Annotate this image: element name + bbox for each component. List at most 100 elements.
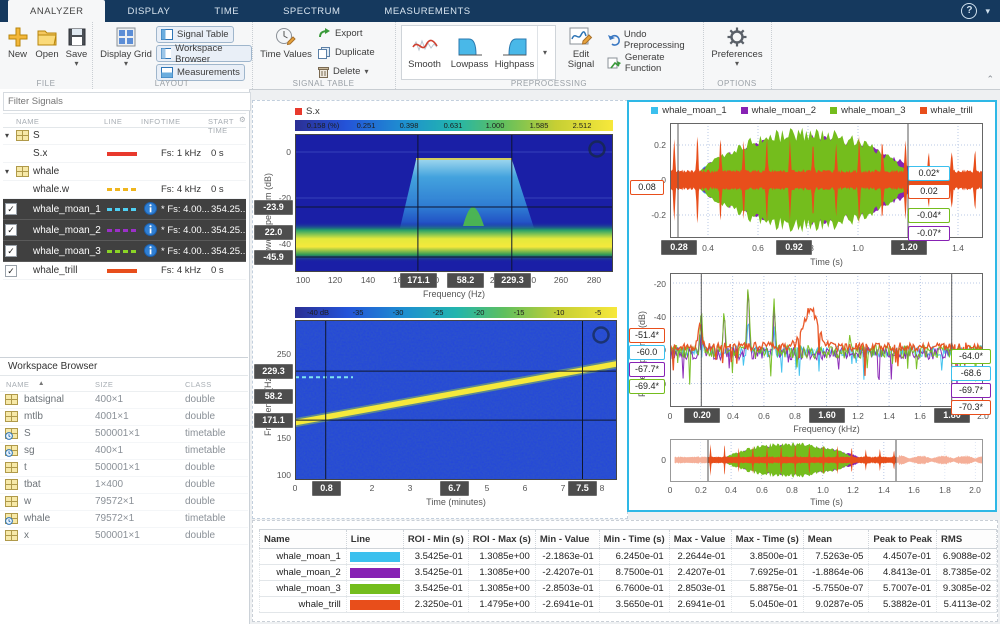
- workspace-browser-panel: Workspace Browser NAME ▲ SIZE CLASS bats…: [0, 357, 248, 545]
- ribbon-section-file: New Open Save ▾ FILE: [0, 22, 93, 89]
- table-gear-icon[interactable]: ⚙: [239, 115, 246, 124]
- measurement-column-header[interactable]: Min - Time (s): [599, 530, 669, 549]
- tab-measurements[interactable]: MEASUREMENTS: [362, 0, 492, 22]
- workspace-row[interactable]: x500001×1double: [0, 528, 248, 545]
- measurements-panel: NameLineROI - Min (s)ROI - Max (s)Min - …: [252, 520, 998, 622]
- cursor-badge-x2[interactable]: 229.3: [494, 273, 531, 288]
- signal-group-row[interactable]: ▾whale: [3, 163, 246, 181]
- signal-checkbox[interactable]: ✓: [5, 265, 17, 277]
- signal-row[interactable]: whale.wFs: 4 kHz0 s: [3, 181, 246, 199]
- measurement-row[interactable]: whale_trill2.3250e-011.4795e+00-2.6941e-…: [260, 597, 997, 613]
- signal-table-toggle[interactable]: Signal Table: [156, 26, 234, 43]
- workspace-browser-toggle[interactable]: Workspace Browser: [156, 45, 252, 62]
- signal-row[interactable]: ✓whale_moan_1* Fs: 4.00...354.25...: [3, 199, 246, 220]
- chevron-down-icon[interactable]: ▾: [985, 6, 990, 17]
- generate-function-button[interactable]: Generate Function: [607, 55, 703, 70]
- time-values-button[interactable]: Time Values: [260, 25, 312, 60]
- cursor-badge-x2[interactable]: 1.20: [891, 240, 927, 255]
- workspace-row[interactable]: S500001×1timetable: [0, 426, 248, 443]
- tab-time[interactable]: TIME: [192, 0, 261, 22]
- table-icon: [5, 394, 18, 405]
- signal-checkbox[interactable]: ✓: [5, 245, 17, 257]
- undo-preprocessing-button[interactable]: Undo Preprocessing: [607, 32, 703, 47]
- variable-class: double: [185, 530, 215, 541]
- measurement-column-header[interactable]: Max - Value: [669, 530, 731, 549]
- persistence-spectrum-plot[interactable]: [295, 134, 613, 272]
- chevron-down-icon: ▾: [735, 61, 739, 67]
- duplicate-button[interactable]: Duplicate: [318, 45, 375, 60]
- cursor-value-box: -51.4*: [629, 328, 665, 343]
- measurement-column-header[interactable]: Peak to Peak: [869, 530, 937, 549]
- open-button[interactable]: Open: [33, 25, 61, 60]
- tab-spectrum[interactable]: SPECTRUM: [261, 0, 362, 22]
- measurement-column-header[interactable]: Min - Value: [535, 530, 599, 549]
- tab-analyzer[interactable]: ANALYZER: [8, 0, 105, 22]
- signal-group-row[interactable]: ▾S: [3, 127, 246, 145]
- cursor-badge-x1[interactable]: 0.20: [684, 408, 720, 423]
- measurement-column-header[interactable]: ROI - Max (s): [468, 530, 535, 549]
- signal-checkbox[interactable]: ✓: [5, 203, 17, 215]
- cursor-badge-y2[interactable]: -45.9: [254, 250, 293, 265]
- signal-row[interactable]: ✓whale_moan_2* Fs: 4.00...354.25...: [3, 220, 246, 241]
- display-1[interactable]: S.x 0.158 (%)0.2510.3980.6311.0001.5852.…: [252, 100, 628, 519]
- measurement-column-header[interactable]: Max - Time (s): [731, 530, 803, 549]
- cursor-badge-x2[interactable]: 7.5: [568, 481, 597, 496]
- tab-display[interactable]: DISPLAY: [105, 0, 192, 22]
- display-grid-button[interactable]: Display Grid ▾: [98, 25, 154, 67]
- help-icon[interactable]: ?: [961, 3, 977, 19]
- info-icon[interactable]: [144, 223, 157, 236]
- measurement-column-header[interactable]: Name: [260, 530, 347, 549]
- measurement-column-header[interactable]: Mean: [803, 530, 869, 549]
- save-button[interactable]: Save ▾: [63, 25, 90, 67]
- cursor-badge-x1[interactable]: 0.8: [312, 481, 341, 496]
- column-size: SIZE: [95, 380, 113, 389]
- display-2-selected[interactable]: whale_moan_1whale_moan_2whale_moan_3whal…: [627, 100, 997, 512]
- workspace-row[interactable]: t500001×1double: [0, 460, 248, 477]
- cursor-badge-x1[interactable]: 0.28: [661, 240, 697, 255]
- cursor-badge-y2[interactable]: 171.1: [254, 413, 293, 428]
- edit-signal-button[interactable]: Edit Signal: [561, 25, 601, 70]
- measurement-column-header[interactable]: RMS: [937, 530, 997, 549]
- signal-checkbox[interactable]: ✓: [5, 224, 17, 236]
- measurement-column-header[interactable]: ROI - Min (s): [403, 530, 468, 549]
- measurement-row[interactable]: whale_moan_13.5425e-011.3085e+00-2.1863e…: [260, 549, 997, 565]
- filter-signals-input[interactable]: [3, 92, 251, 111]
- signal-row[interactable]: ✓whale_moan_3* Fs: 4.00...354.25...: [3, 241, 246, 262]
- cursor-badge-y1[interactable]: 229.3: [254, 364, 293, 379]
- measurement-row[interactable]: whale_moan_33.5425e-011.3085e+00-2.8503e…: [260, 581, 997, 597]
- preferences-button[interactable]: Preferences ▾: [711, 25, 763, 67]
- spectrogram-plot[interactable]: [295, 320, 617, 480]
- highpass-button[interactable]: Highpass: [492, 26, 537, 79]
- cursor-badge-x1[interactable]: 171.1: [400, 273, 437, 288]
- signal-row[interactable]: S.xFs: 1 kHz0 s: [3, 145, 246, 163]
- workspace-browser-title: Workspace Browser: [0, 357, 248, 376]
- signal-table-header[interactable]: NAME LINE INFO TIME START TIME ⚙: [3, 113, 246, 128]
- workspace-row[interactable]: tbat1×400double: [0, 477, 248, 494]
- info-icon[interactable]: [144, 202, 157, 215]
- measurement-value: 7.6925e-01: [731, 565, 803, 581]
- expander-icon[interactable]: ▾: [5, 167, 9, 176]
- workspace-row[interactable]: batsignal400×1double: [0, 392, 248, 409]
- workspace-row[interactable]: mtlb4001×1double: [0, 409, 248, 426]
- info-icon[interactable]: [144, 244, 157, 257]
- signal-row[interactable]: ✓whale_trillFs: 4 kHz0 s: [3, 262, 246, 280]
- power-spectrum-plot[interactable]: [670, 273, 983, 407]
- smooth-button[interactable]: Smooth: [402, 26, 447, 79]
- expander-icon[interactable]: ▾: [5, 131, 9, 140]
- cursor-badge-y1[interactable]: -23.9: [254, 200, 293, 215]
- measurement-column-header[interactable]: Line: [346, 530, 403, 549]
- workspace-row[interactable]: sg400×1timetable: [0, 443, 248, 460]
- collapse-ribbon-icon[interactable]: ⌃: [986, 74, 994, 85]
- workspace-row[interactable]: whale79572×1timetable: [0, 511, 248, 528]
- gallery-expand-button[interactable]: ▾: [537, 26, 552, 79]
- workspace-row[interactable]: w79572×1double: [0, 494, 248, 511]
- new-button[interactable]: New: [4, 25, 31, 60]
- workspace-header[interactable]: NAME ▲ SIZE CLASS: [0, 376, 248, 392]
- lowpass-button[interactable]: Lowpass: [447, 26, 492, 79]
- export-button[interactable]: Export: [318, 26, 362, 41]
- signal-start-time: 0 s: [211, 148, 246, 159]
- panner-plot[interactable]: [670, 439, 983, 482]
- delete-button[interactable]: Delete ▾: [318, 64, 368, 79]
- tick-label: 0.631: [431, 121, 475, 130]
- measurement-row[interactable]: whale_moan_23.5425e-011.3085e+00-2.4207e…: [260, 565, 997, 581]
